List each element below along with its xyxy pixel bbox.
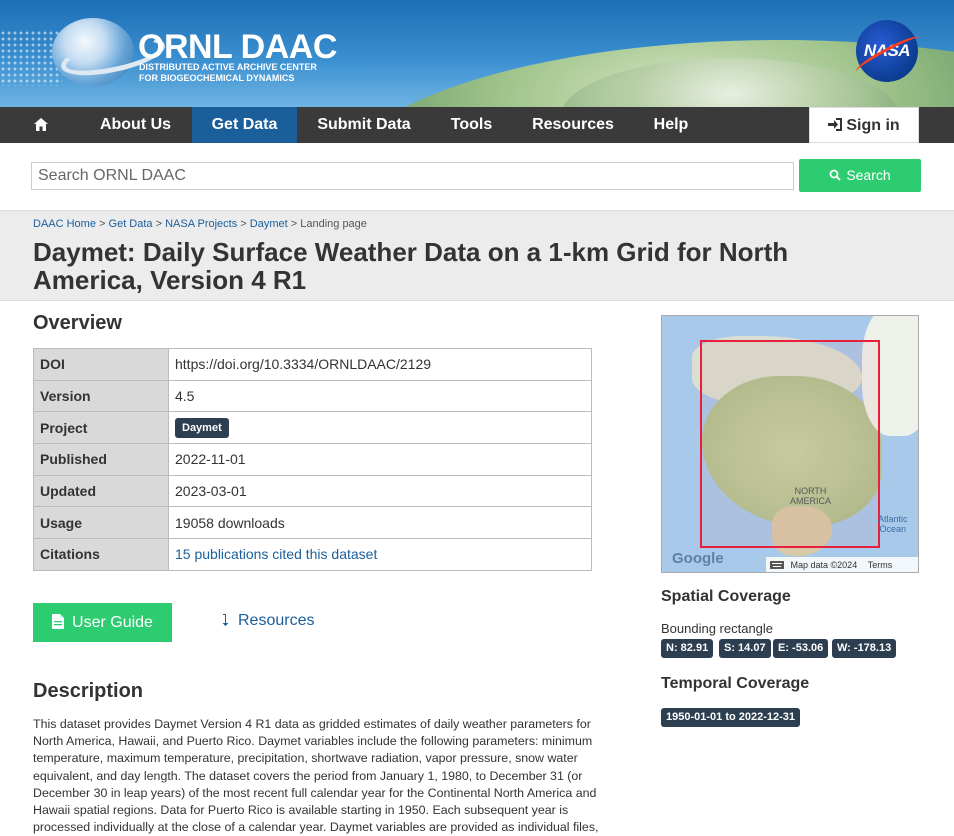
citations-link[interactable]: 15 publications cited this dataset — [175, 546, 377, 562]
map-label-north-america: NORTH AMERICA — [790, 486, 831, 506]
project-cell: Daymet — [168, 411, 592, 445]
logo-sub-line-2: FOR BIOGEOCHEMICAL DYNAMICS — [139, 73, 295, 83]
user-guide-label: User Guide — [72, 614, 153, 631]
sign-in-icon — [828, 118, 843, 131]
row-key: Version — [33, 379, 169, 413]
breadcrumb: DAAC Home > Get Data > NASA Projects > D… — [33, 218, 367, 230]
description-paragraph: This dataset provides Daymet Version 4 R… — [33, 717, 599, 835]
doi-value: https://doi.org/10.3334/ORNLDAAC/2129 — [168, 348, 592, 381]
sign-in-button[interactable]: Sign in — [809, 107, 919, 143]
resources-label: Resources — [238, 612, 315, 629]
logo-sub-line-1: DISTRIBUTED ACTIVE ARCHIVE CENTER — [139, 62, 317, 72]
map-data-credit: Map data ©2024 — [790, 560, 858, 570]
map-footer: Map data ©2024 Terms — [766, 557, 918, 572]
map-label-line: Ocean — [879, 524, 907, 534]
nav-tools[interactable]: Tools — [440, 107, 503, 143]
nasa-logo-icon[interactable]: NASA — [856, 20, 918, 82]
description-text: This dataset provides Daymet Version 4 R… — [33, 716, 918, 836]
temporal-coverage-heading: Temporal Coverage — [661, 675, 810, 692]
project-badge[interactable]: Daymet — [175, 417, 229, 438]
ornl-globe-icon[interactable] — [52, 18, 134, 86]
nav-resources[interactable]: Resources — [522, 107, 624, 143]
updated-value: 2023-03-01 — [168, 474, 592, 508]
map-label-line: AMERICA — [790, 496, 832, 506]
nasa-logo-text: NASA — [863, 41, 911, 60]
coverage-map[interactable]: NORTH AMERICA Atlantic Ocean Google Map da… — [661, 315, 919, 573]
breadcrumb-current: Landing page — [300, 218, 367, 230]
overview-table: DOI https://doi.org/10.3334/ORNLDAAC/2129… — [33, 348, 592, 571]
row-key: Updated — [33, 474, 169, 508]
google-logo: Google — [672, 550, 724, 567]
breadcrumb-nasa-projects[interactable]: NASA Projects — [165, 218, 237, 230]
east-badge: E: -53.06 — [773, 639, 829, 658]
keyboard-icon[interactable] — [770, 561, 784, 569]
home-icon — [34, 118, 48, 131]
usage-value: 19058 downloads — [168, 506, 592, 540]
temporal-range-badge: 1950-01-01 to 2022-12-31 — [661, 708, 801, 727]
breadcrumb-daac-home[interactable]: DAAC Home — [33, 218, 96, 230]
table-row: Project Daymet — [33, 411, 592, 445]
nav-submit-data[interactable]: Submit Data — [306, 107, 422, 143]
north-badge: N: 82.91 — [661, 639, 714, 658]
table-row: Usage 19058 downloads — [33, 506, 592, 540]
map-label-line: NORTH — [794, 486, 827, 496]
overview-heading: Overview — [33, 312, 122, 334]
bounding-rectangle-label: Bounding rectangle — [661, 621, 774, 636]
resources-link[interactable]: Resources — [222, 612, 314, 630]
row-key: DOI — [33, 348, 169, 381]
arrow-down-icon — [222, 614, 229, 626]
search-button-label: Search — [846, 167, 891, 183]
description-heading: Description — [33, 680, 144, 702]
user-guide-button[interactable]: User Guide — [33, 603, 172, 642]
nav-home[interactable] — [24, 107, 58, 143]
table-row: DOI https://doi.org/10.3334/ORNLDAAC/2129 — [33, 348, 592, 381]
breadcrumb-daymet[interactable]: Daymet — [250, 218, 288, 230]
table-row: Published 2022-11-01 — [33, 443, 592, 476]
breadcrumb-get-data[interactable]: Get Data — [109, 218, 153, 230]
west-badge: W: -178.13 — [832, 639, 897, 658]
table-row: Citations 15 publications cited this data… — [33, 538, 592, 571]
spatial-coverage-heading: Spatial Coverage — [661, 588, 791, 605]
map-label-line: Atlantic — [878, 514, 908, 524]
row-key: Usage — [33, 506, 169, 540]
search-icon — [829, 169, 842, 181]
row-key: Project — [33, 411, 169, 445]
nav-get-data[interactable]: Get Data — [192, 107, 297, 143]
bounding-rectangle — [700, 340, 880, 548]
south-badge: S: 14.07 — [719, 639, 771, 658]
site-logo-subtitle: DISTRIBUTED ACTIVE ARCHIVE CENTER FOR BI… — [139, 62, 317, 84]
table-row: Updated 2023-03-01 — [33, 474, 592, 508]
published-value: 2022-11-01 — [168, 443, 592, 476]
citations-cell: 15 publications cited this dataset — [168, 538, 592, 571]
row-key: Citations — [33, 538, 169, 571]
version-value: 4.5 — [168, 379, 592, 413]
search-button[interactable]: Search — [799, 159, 921, 192]
document-icon — [52, 614, 65, 629]
sign-in-label: Sign in — [846, 117, 900, 134]
row-key: Published — [33, 443, 169, 476]
nav-about-us[interactable]: About Us — [88, 107, 183, 143]
map-label-atlantic: Atlantic Ocean — [878, 514, 908, 534]
map-terms-link[interactable]: Terms — [868, 560, 893, 570]
search-input[interactable] — [31, 162, 794, 190]
table-row: Version 4.5 — [33, 379, 592, 413]
page-title: Daymet: Daily Surface Weather Data on a … — [33, 237, 789, 295]
nav-help[interactable]: Help — [643, 107, 699, 143]
header-banner: ORNL DAAC DISTRIBUTED ACTIVE ARCHIVE CEN… — [0, 0, 954, 107]
